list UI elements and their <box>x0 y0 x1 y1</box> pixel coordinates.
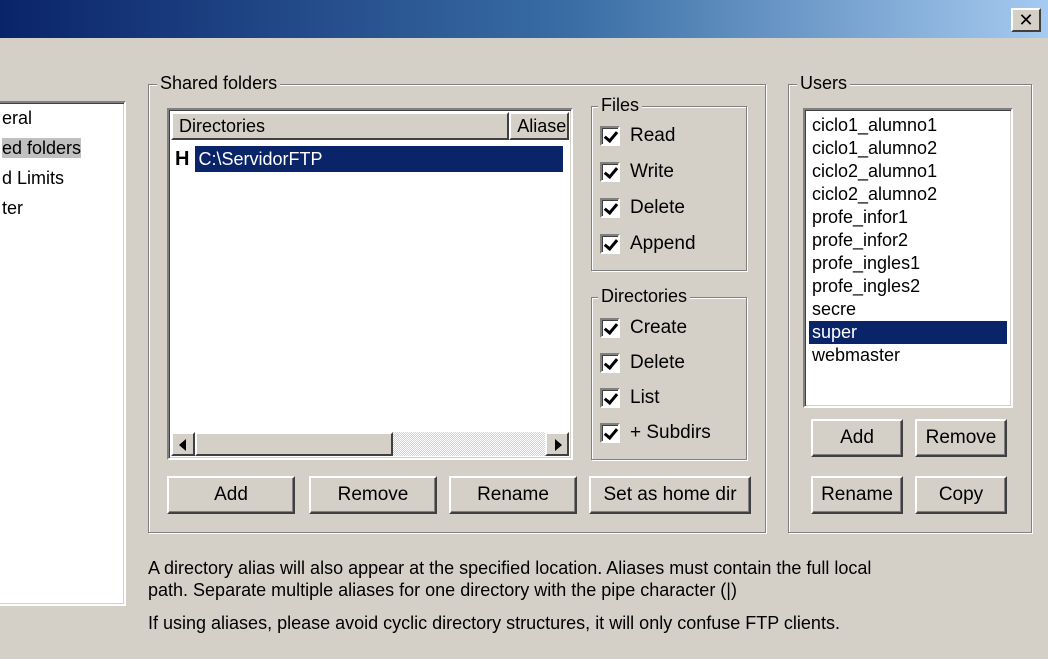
user-item-selected[interactable]: super <box>809 321 1007 344</box>
column-header-directories[interactable]: Directories <box>171 112 510 140</box>
files-read-checkbox[interactable]: Read <box>600 125 675 147</box>
add-user-button[interactable]: Add <box>811 419 903 457</box>
scrollbar-thumb[interactable] <box>195 432 393 456</box>
nav-item-label: ed folders <box>2 138 82 158</box>
arrow-left-icon <box>179 439 186 451</box>
checkbox-checked-icon <box>600 126 620 146</box>
directories-list-header: Directories Aliases <box>171 112 569 140</box>
copy-user-button[interactable]: Copy <box>915 476 1007 514</box>
directories-list[interactable]: Directories Aliases H C:\ServidorFTP <box>167 108 573 460</box>
nav-item-speed-limits[interactable]: d Limits <box>2 165 64 191</box>
checkbox-checked-icon <box>600 353 620 373</box>
user-item[interactable]: webmaster <box>809 344 1007 367</box>
user-item[interactable]: profe_ingles2 <box>809 275 1007 298</box>
home-dir-marker: H <box>175 147 190 170</box>
checkbox-label: Create <box>630 317 688 338</box>
dirs-subdirs-checkbox[interactable]: + Subdirs <box>600 422 711 444</box>
alias-info-line-2: path. Separate multiple aliases for one … <box>148 580 737 600</box>
shared-folders-legend: Shared folders <box>157 72 281 94</box>
checkbox-checked-icon <box>600 423 620 443</box>
nav-item-shared-folders[interactable]: ed folders <box>2 135 82 161</box>
title-bar <box>0 0 1048 38</box>
checkbox-checked-icon <box>600 234 620 254</box>
scroll-right-button[interactable] <box>545 432 569 456</box>
users-group: Users ciclo1_alumno1 ciclo1_alumno2 cicl… <box>788 72 1032 533</box>
checkbox-label: List <box>630 387 660 408</box>
checkbox-label: Append <box>630 233 696 254</box>
user-item[interactable]: profe_infor1 <box>809 206 1007 229</box>
close-button[interactable]: ✕ <box>1011 8 1041 32</box>
checkbox-checked-icon <box>600 318 620 338</box>
scrollbar-track[interactable] <box>393 432 545 456</box>
user-item[interactable]: secre <box>809 298 1007 321</box>
table-row[interactable]: H C:\ServidorFTP <box>175 146 564 172</box>
set-home-dir-button[interactable]: Set as home dir <box>589 476 751 514</box>
scroll-left-button[interactable] <box>171 432 195 456</box>
files-write-checkbox[interactable]: Write <box>600 161 674 183</box>
column-header-aliases[interactable]: Aliases <box>509 112 569 140</box>
dirs-delete-checkbox[interactable]: Delete <box>600 352 685 374</box>
checkbox-checked-icon <box>600 388 620 408</box>
checkbox-label: Read <box>630 125 676 146</box>
remove-directory-button[interactable]: Remove <box>309 476 437 514</box>
checkbox-checked-icon <box>600 162 620 182</box>
files-append-checkbox[interactable]: Append <box>600 233 696 255</box>
shared-folders-group: Shared folders Directories Aliases H C:\… <box>148 72 766 533</box>
nav-item-label: d Limits <box>2 168 65 188</box>
close-icon: ✕ <box>1018 10 1034 30</box>
column-header-label: Directories <box>179 116 266 136</box>
user-item[interactable]: ciclo2_alumno2 <box>809 183 1007 206</box>
user-item[interactable]: ciclo1_alumno2 <box>809 137 1007 160</box>
checkbox-label: Write <box>630 161 674 182</box>
checkbox-label: + Subdirs <box>630 422 711 443</box>
users-legend: Users <box>797 72 851 94</box>
user-item[interactable]: profe_ingles1 <box>809 252 1007 275</box>
nav-item-label: eral <box>2 108 33 128</box>
alias-info-line-1: A directory alias will also appear at th… <box>148 558 872 578</box>
checkbox-label: Delete <box>630 352 685 373</box>
column-header-label: Aliases <box>517 116 567 136</box>
horizontal-scrollbar[interactable] <box>171 432 569 456</box>
files-legend: Files <box>598 94 643 116</box>
rename-user-button[interactable]: Rename <box>811 476 903 514</box>
user-item[interactable]: ciclo2_alumno1 <box>809 160 1007 183</box>
arrow-right-icon <box>555 439 562 451</box>
rename-directory-button[interactable]: Rename <box>449 476 577 514</box>
directories-legend: Directories <box>598 285 691 307</box>
nav-item-general[interactable]: eral <box>2 105 32 131</box>
user-item[interactable]: profe_infor2 <box>809 229 1007 252</box>
checkbox-checked-icon <box>600 198 620 218</box>
nav-item-label: ter <box>2 198 24 218</box>
alias-info-line-3: If using aliases, please avoid cyclic di… <box>148 613 840 633</box>
directories-group: Directories Create Delete List + Subdirs <box>591 285 747 460</box>
remove-user-button[interactable]: Remove <box>915 419 1007 457</box>
users-list[interactable]: ciclo1_alumno1 ciclo1_alumno2 ciclo2_alu… <box>803 108 1013 408</box>
user-item[interactable]: ciclo1_alumno1 <box>809 114 1007 137</box>
add-directory-button[interactable]: Add <box>167 476 295 514</box>
directory-path: C:\ServidorFTP <box>195 146 564 172</box>
checkbox-label: Delete <box>630 197 685 218</box>
dirs-list-checkbox[interactable]: List <box>600 387 660 409</box>
dirs-create-checkbox[interactable]: Create <box>600 317 687 339</box>
nav-tree[interactable]: eral ed folders d Limits ter <box>0 101 126 606</box>
files-delete-checkbox[interactable]: Delete <box>600 197 685 219</box>
files-group: Files Read Write Delete Append <box>591 94 747 271</box>
nav-item-ip-filter[interactable]: ter <box>2 195 23 221</box>
